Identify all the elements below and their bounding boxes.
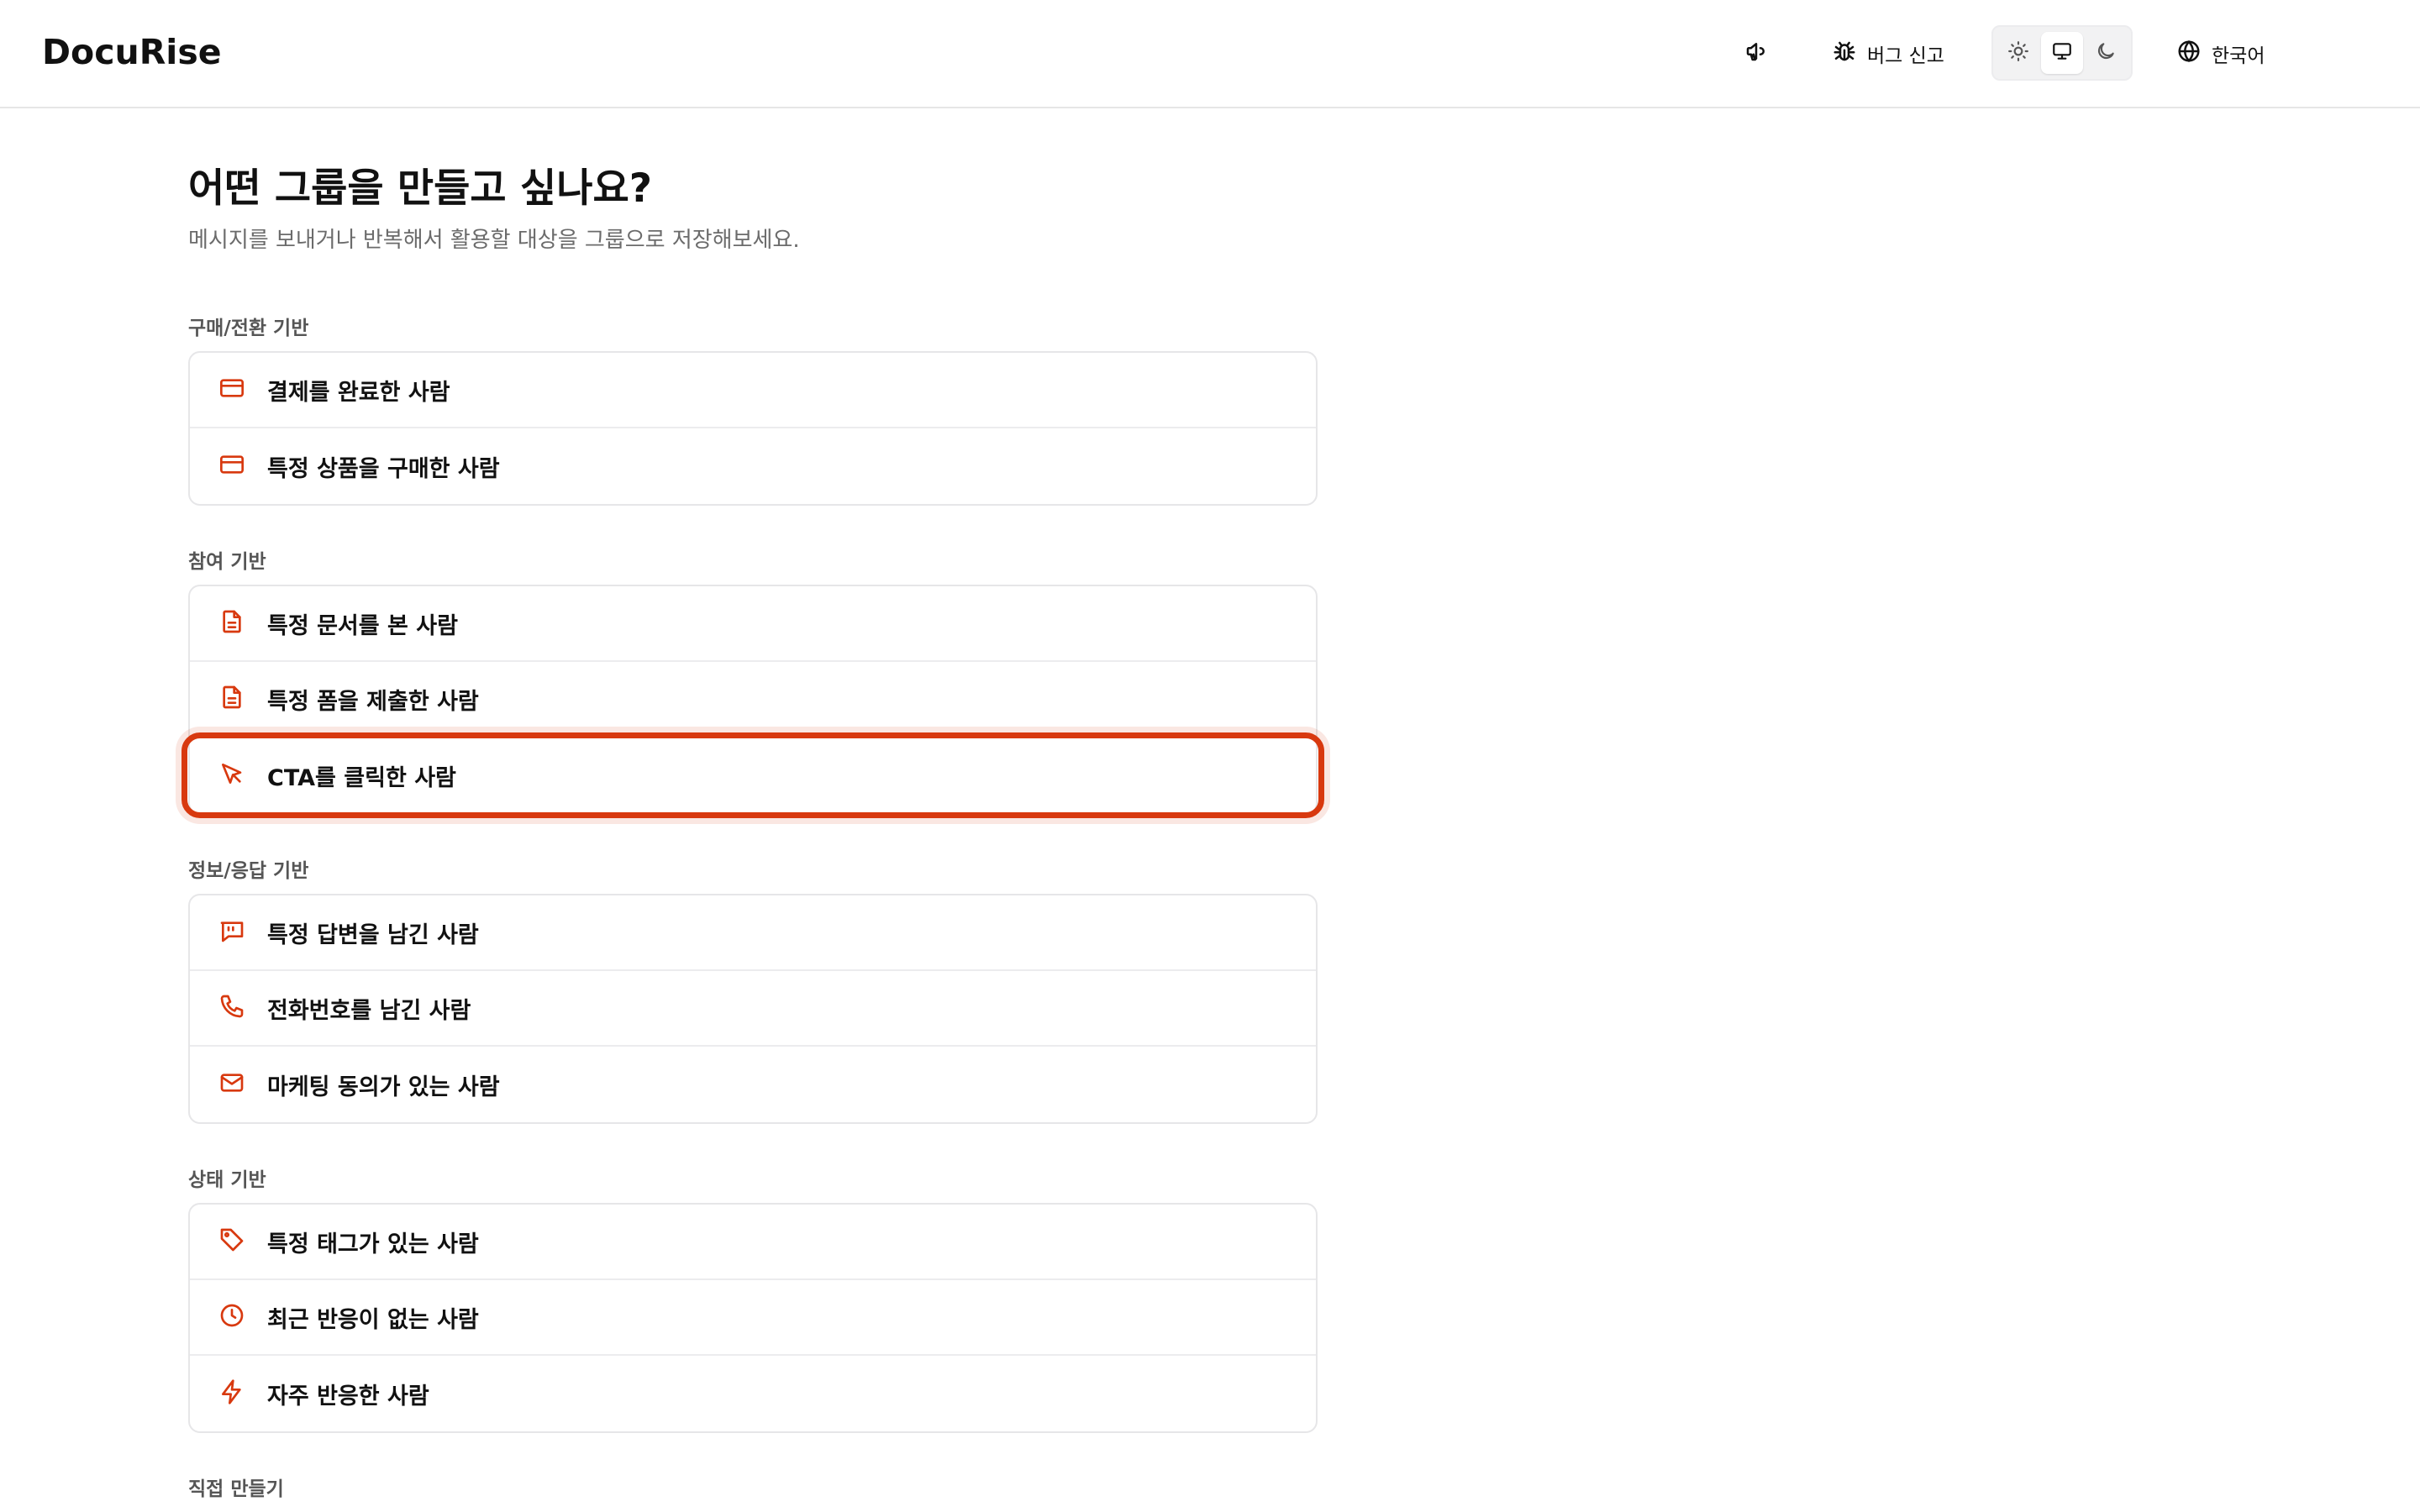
option-label: 특정 문서를 본 사람	[267, 612, 458, 639]
theme-switcher	[1991, 25, 2133, 81]
option-label: 특정 답변을 남긴 사람	[267, 921, 479, 948]
option-phone-left[interactable]: 전화번호를 남긴 사람	[190, 971, 1316, 1047]
option-frequent-reaction[interactable]: 자주 반응한 사람	[190, 1356, 1316, 1431]
option-cta-clicked[interactable]: CTA를 클릭한 사람	[182, 732, 1324, 818]
page-title: 어떤 그룹을 만들고 싶나요?	[188, 165, 652, 212]
theme-system-button[interactable]	[2041, 32, 2083, 74]
option-label: 결제를 완료한 사람	[267, 379, 450, 406]
group-card-response: 특정 답변을 남긴 사람 전화번호를 남긴 사람 마케팅 동의가 있는 사람	[188, 894, 1318, 1124]
monitor-icon	[2051, 40, 2073, 66]
page-intro: 어떤 그룹을 만들고 싶나요? 메시지를 보내거나 반복해서 활용할 대상을 그…	[188, 160, 1318, 257]
option-label: 전화번호를 남긴 사람	[267, 997, 471, 1024]
option-label: CTA를 클릭한 사람	[267, 764, 456, 791]
document-icon	[218, 608, 245, 638]
option-product-purchased[interactable]: 특정 상품을 구매한 사람	[190, 428, 1316, 504]
clock-icon	[218, 1302, 245, 1332]
option-marketing-consent[interactable]: 마케팅 동의가 있는 사람	[190, 1047, 1316, 1122]
credit-card-icon	[218, 375, 245, 405]
globe-icon	[2176, 39, 2202, 69]
option-label: 마케팅 동의가 있는 사람	[267, 1074, 500, 1100]
credit-card-icon	[218, 451, 245, 481]
theme-light-button[interactable]	[1997, 32, 2039, 74]
option-label: 특정 상품을 구매한 사람	[267, 455, 500, 482]
section-label-response: 정보/응답 기반	[188, 860, 309, 882]
bug-report-label: 버그 신고	[1867, 45, 1944, 67]
section-label-engagement: 참여 기반	[188, 551, 266, 573]
announcement-button[interactable]	[1739, 25, 1773, 82]
bug-report-button[interactable]: 버그 신고	[1832, 25, 1944, 82]
option-document-viewed[interactable]: 특정 문서를 본 사람	[190, 586, 1316, 662]
option-tag-present[interactable]: 특정 태그가 있는 사람	[190, 1205, 1316, 1280]
group-card-status: 특정 태그가 있는 사람 최근 반응이 없는 사람 자주 반응한 사람	[188, 1203, 1318, 1433]
group-card-conversion: 결제를 완료한 사람 특정 상품을 구매한 사람	[188, 351, 1318, 506]
page-subtitle: 메시지를 보내거나 반복해서 활용할 대상을 그룹으로 저장해보세요.	[188, 228, 800, 253]
language-selector[interactable]: 한국어	[2176, 25, 2265, 82]
document-icon	[218, 684, 245, 714]
cursor-click-icon	[218, 760, 245, 790]
option-label: 특정 폼을 제출한 사람	[267, 688, 479, 715]
megaphone-icon	[1744, 39, 1769, 69]
phone-icon	[218, 993, 245, 1023]
option-form-submitted[interactable]: 특정 폼을 제출한 사람	[190, 662, 1316, 738]
tag-icon	[218, 1226, 245, 1257]
mail-icon	[218, 1069, 245, 1100]
lightning-icon	[218, 1378, 245, 1409]
option-label: 특정 태그가 있는 사람	[267, 1231, 479, 1257]
top-header: DocuRise 버그 신고 한국어	[0, 0, 2420, 108]
option-answer-left[interactable]: 특정 답변을 남긴 사람	[190, 895, 1316, 971]
option-label: 자주 반응한 사람	[267, 1383, 429, 1410]
theme-dark-button[interactable]	[2085, 32, 2127, 74]
section-label-custom: 직접 만들기	[188, 1478, 284, 1500]
option-payment-completed[interactable]: 결제를 완료한 사람	[190, 353, 1316, 428]
option-label: 최근 반응이 없는 사람	[267, 1306, 479, 1333]
section-label-conversion: 구매/전환 기반	[188, 318, 309, 339]
bug-icon	[1832, 39, 1857, 69]
section-label-status: 상태 기반	[188, 1169, 266, 1191]
group-card-engagement: 특정 문서를 본 사람 특정 폼을 제출한 사람 CTA를 클릭한 사람	[182, 585, 1324, 818]
logo[interactable]: DocuRise	[42, 32, 222, 72]
moon-icon	[2095, 40, 2117, 66]
message-quote-icon	[218, 917, 245, 948]
sun-icon	[2007, 40, 2029, 66]
language-label: 한국어	[2212, 45, 2265, 67]
option-no-recent-reaction[interactable]: 최근 반응이 없는 사람	[190, 1280, 1316, 1356]
